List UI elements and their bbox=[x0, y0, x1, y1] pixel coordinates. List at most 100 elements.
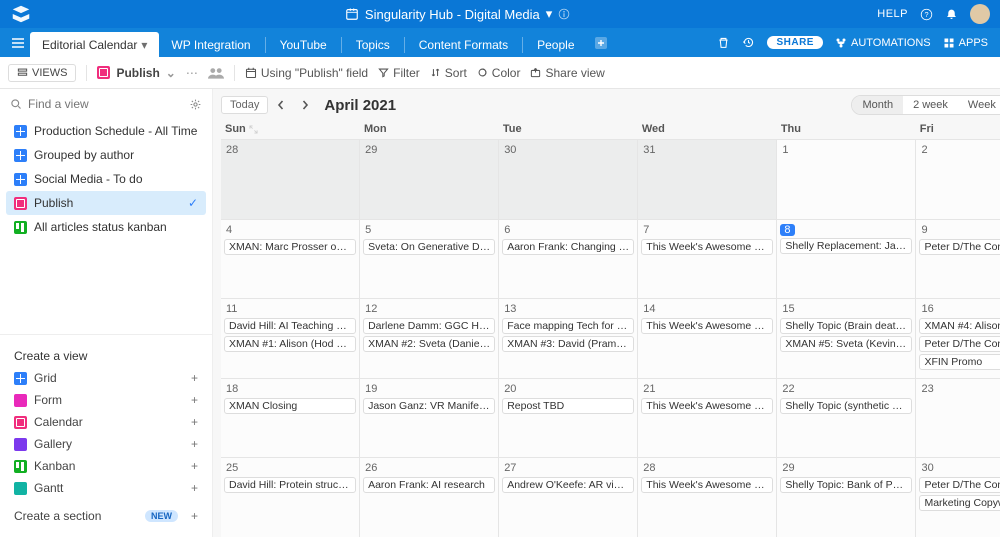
gear-icon[interactable] bbox=[189, 98, 202, 111]
calendar-cell[interactable]: 22Shelly Topic (synthetic … bbox=[777, 379, 916, 458]
search-input[interactable] bbox=[28, 97, 183, 111]
menu-icon[interactable] bbox=[6, 35, 30, 51]
more-icon[interactable]: ⋯ bbox=[186, 66, 198, 80]
calendar-cell[interactable]: 28 bbox=[221, 140, 360, 219]
create-view-row[interactable]: Calendar+ bbox=[10, 411, 202, 433]
range-option[interactable]: Month bbox=[852, 96, 903, 114]
calendar-cell[interactable]: 5Sveta: On Generative D… bbox=[360, 220, 499, 299]
calendar-cell[interactable]: 30 bbox=[499, 140, 638, 219]
using-field-button[interactable]: Using "Publish" field bbox=[245, 66, 368, 80]
calendar-cell[interactable]: 21This Week's Awesome … bbox=[638, 379, 777, 458]
calendar-event[interactable]: This Week's Awesome … bbox=[641, 239, 773, 255]
calendar-event[interactable]: XFIN Promo bbox=[919, 354, 1000, 370]
calendar-event[interactable]: This Week's Awesome … bbox=[641, 477, 773, 493]
create-view-row[interactable]: Gantt+ bbox=[10, 477, 202, 499]
calendar-event[interactable]: Aaron Frank: Changing … bbox=[502, 239, 634, 255]
users-icon[interactable] bbox=[208, 67, 224, 79]
calendar-event[interactable]: Shelly Topic: Bank of Ph… bbox=[780, 477, 912, 493]
calendar-event[interactable]: This Week's Awesome … bbox=[641, 318, 773, 334]
table-tab[interactable]: Editorial Calendar▾ bbox=[30, 32, 159, 57]
calendar-cell[interactable]: 23 bbox=[916, 379, 1000, 458]
table-tab[interactable]: YouTube bbox=[268, 32, 339, 57]
calendar-event[interactable]: Repost TBD bbox=[502, 398, 634, 414]
calendar-cell[interactable]: 11David Hill: AI Teaching …XMAN #1: Alis… bbox=[221, 299, 360, 378]
expand-icon[interactable] bbox=[249, 125, 258, 134]
automations-button[interactable]: AUTOMATIONS bbox=[835, 37, 931, 49]
sort-button[interactable]: Sort bbox=[430, 66, 467, 80]
today-button[interactable]: Today bbox=[221, 96, 268, 114]
range-option[interactable]: 2 week bbox=[903, 96, 958, 114]
calendar-cell[interactable]: 6Aaron Frank: Changing … bbox=[499, 220, 638, 299]
sidebar-view-item[interactable]: Social Media - To do bbox=[6, 167, 206, 191]
sidebar-view-item[interactable]: Grouped by author bbox=[6, 143, 206, 167]
table-tab[interactable]: People bbox=[525, 32, 586, 57]
calendar-event[interactable]: Marketing Copywriter: … bbox=[919, 495, 1000, 511]
calendar-cell[interactable]: 29 bbox=[360, 140, 499, 219]
calendar-event[interactable]: Andrew O'Keefe: AR vid… bbox=[502, 477, 634, 493]
share-button[interactable]: SHARE bbox=[767, 36, 823, 49]
calendar-cell[interactable]: 4XMAN: Marc Prosser on… bbox=[221, 220, 360, 299]
calendar-cell[interactable]: 14This Week's Awesome … bbox=[638, 299, 777, 378]
create-section-label[interactable]: Create a section bbox=[14, 509, 101, 523]
prev-month-button[interactable] bbox=[276, 100, 292, 110]
calendar-event[interactable]: XMAN #5: Sveta (Kevin … bbox=[780, 336, 912, 352]
calendar-cell[interactable]: 15Shelly Topic (Brain deat…XMAN #5: Svet… bbox=[777, 299, 916, 378]
calendar-event[interactable]: Peter D/The Conversati… bbox=[919, 477, 1000, 493]
calendar-cell[interactable]: 18XMAN Closing bbox=[221, 379, 360, 458]
calendar-event[interactable]: This Week's Awesome … bbox=[641, 398, 773, 414]
history-icon[interactable] bbox=[742, 36, 755, 49]
calendar-event[interactable]: Darlene Damm: GGC He… bbox=[363, 318, 495, 334]
calendar-cell[interactable]: 25David Hill: Protein struc… bbox=[221, 458, 360, 537]
calendar-cell[interactable]: 27Andrew O'Keefe: AR vid… bbox=[499, 458, 638, 537]
apps-button[interactable]: APPS bbox=[943, 37, 988, 49]
plus-icon[interactable]: + bbox=[191, 509, 198, 523]
avatar[interactable] bbox=[970, 4, 990, 24]
calendar-event[interactable]: XMAN #4: Alison (Sand… bbox=[919, 318, 1000, 334]
add-table-button[interactable] bbox=[587, 37, 615, 49]
plus-icon[interactable]: + bbox=[191, 415, 198, 429]
calendar-cell[interactable]: 20Repost TBD bbox=[499, 379, 638, 458]
plus-icon[interactable]: + bbox=[191, 393, 198, 407]
calendar-cell[interactable]: 16XMAN #4: Alison (Sand…Peter D/The Conv… bbox=[916, 299, 1000, 378]
calendar-cell[interactable]: 31 bbox=[638, 140, 777, 219]
calendar-event[interactable]: Peter D/The Conversati… bbox=[919, 336, 1000, 352]
calendar-event[interactable]: Peter D/The Conversati… bbox=[919, 239, 1000, 255]
share-view-button[interactable]: Share view bbox=[530, 66, 604, 80]
plus-icon[interactable]: + bbox=[191, 437, 198, 451]
calendar-cell[interactable]: 28This Week's Awesome … bbox=[638, 458, 777, 537]
calendar-event[interactable]: David Hill: Protein struc… bbox=[224, 477, 356, 493]
plus-icon[interactable]: + bbox=[191, 481, 198, 495]
table-tab[interactable]: WP Integration bbox=[159, 32, 262, 57]
sidebar-view-item[interactable]: All articles status kanban bbox=[6, 215, 206, 239]
calendar-cell[interactable]: 12Darlene Damm: GGC He…XMAN #2: Sveta (D… bbox=[360, 299, 499, 378]
sidebar-view-item[interactable]: Production Schedule - All Time bbox=[6, 119, 206, 143]
calendar-event[interactable]: XMAN #3: David (Pram… bbox=[502, 336, 634, 352]
calendar-event[interactable]: Shelly Replacement: Ja… bbox=[780, 238, 912, 254]
base-title[interactable]: Singularity Hub - Digital Media bbox=[365, 7, 540, 22]
calendar-cell[interactable]: 26Aaron Frank: AI research bbox=[360, 458, 499, 537]
calendar-cell[interactable]: 7This Week's Awesome … bbox=[638, 220, 777, 299]
calendar-cell[interactable]: 1 bbox=[777, 140, 916, 219]
views-button[interactable]: VIEWS bbox=[8, 64, 76, 82]
table-tab[interactable]: Content Formats bbox=[407, 32, 520, 57]
sidebar-view-item[interactable]: Publish✓ bbox=[6, 191, 206, 215]
plus-icon[interactable]: + bbox=[191, 371, 198, 385]
plus-icon[interactable]: + bbox=[191, 459, 198, 473]
info-icon[interactable] bbox=[558, 8, 570, 20]
bell-icon[interactable] bbox=[945, 8, 958, 21]
calendar-cell[interactable]: 9Peter D/The Conversati… bbox=[916, 220, 1000, 299]
calendar-cell[interactable]: 30Peter D/The Conversati…Marketing Copyw… bbox=[916, 458, 1000, 537]
next-month-button[interactable] bbox=[300, 100, 316, 110]
calendar-cell[interactable]: 2 bbox=[916, 140, 1000, 219]
help-icon[interactable]: ? bbox=[920, 8, 933, 21]
calendar-cell[interactable]: 13Face mapping Tech for …XMAN #3: David … bbox=[499, 299, 638, 378]
calendar-event[interactable]: Shelly Topic (synthetic … bbox=[780, 398, 912, 414]
calendar-event[interactable]: XMAN Closing bbox=[224, 398, 356, 414]
calendar-cell[interactable]: 19Jason Ganz: VR Manife… bbox=[360, 379, 499, 458]
table-tab[interactable]: Topics bbox=[344, 32, 402, 57]
range-option[interactable]: Week bbox=[958, 96, 1000, 114]
calendar-event[interactable]: XMAN #2: Sveta (Daniel… bbox=[363, 336, 495, 352]
calendar-event[interactable]: XMAN #1: Alison (Hod L… bbox=[224, 336, 356, 352]
trash-icon[interactable] bbox=[717, 36, 730, 49]
color-button[interactable]: Color bbox=[477, 66, 521, 80]
